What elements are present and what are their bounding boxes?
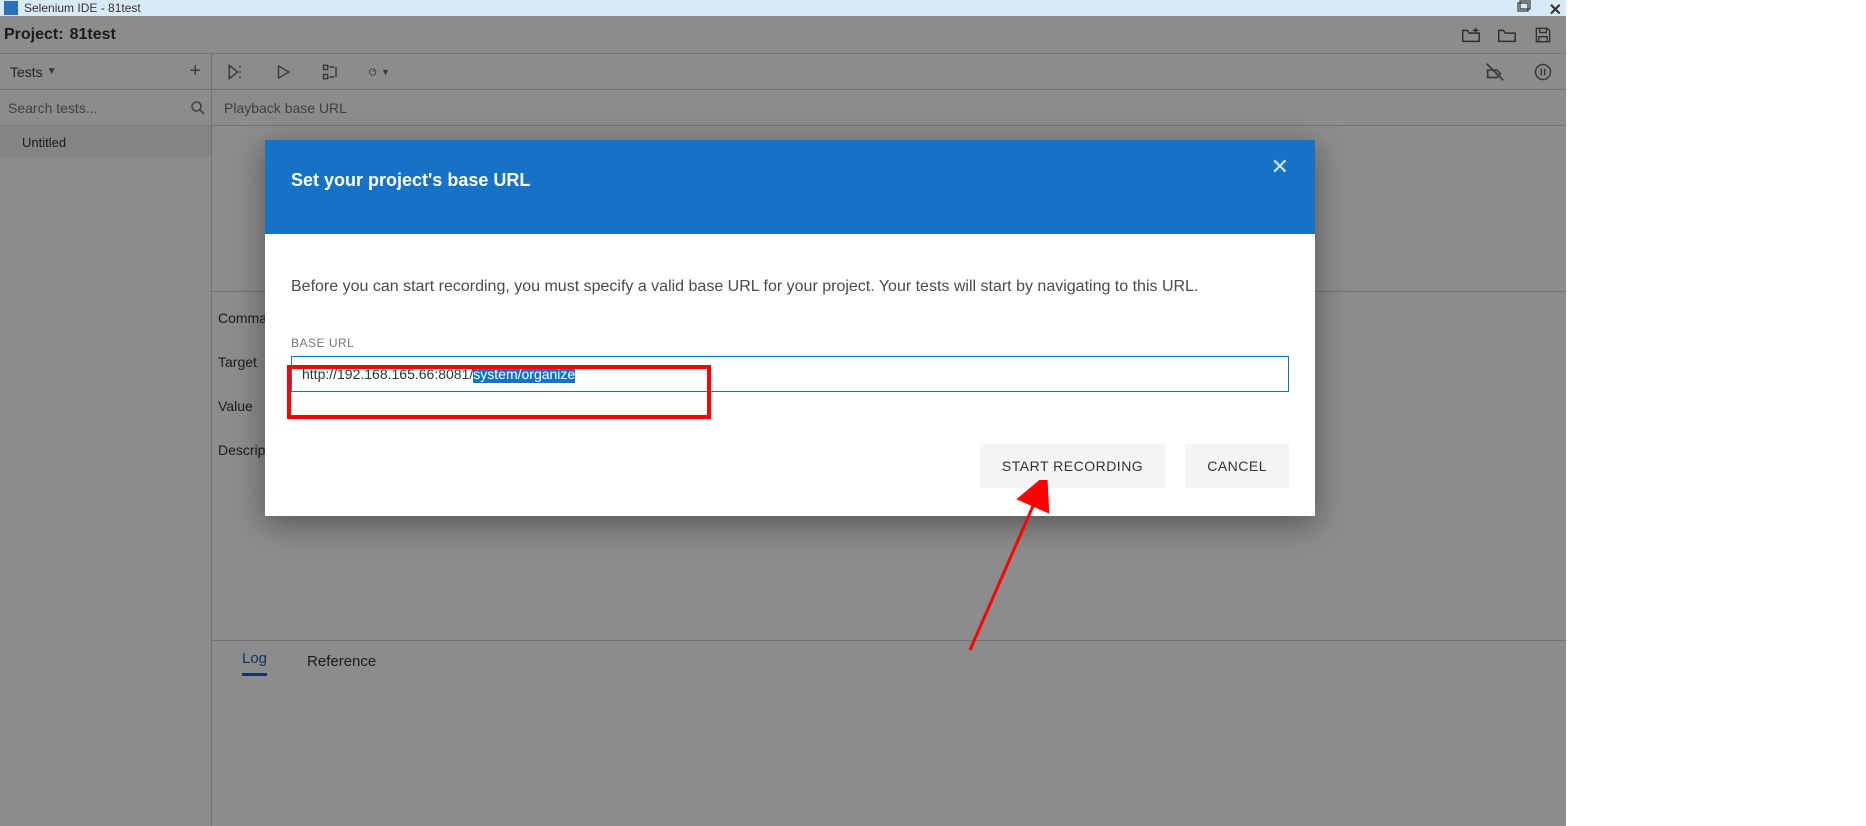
window-title-bar: Selenium IDE - 81test: [0, 0, 1566, 16]
base-url-text-plain: http://192.168.165.66:8081/: [302, 366, 473, 382]
start-recording-button[interactable]: START RECORDING: [980, 444, 1165, 488]
modal-footer: START RECORDING CANCEL: [265, 422, 1315, 516]
modal-description: Before you can start recording, you must…: [291, 274, 1289, 300]
base-url-text-selected: system/organize: [473, 365, 575, 383]
cancel-button[interactable]: CANCEL: [1185, 444, 1289, 488]
window-title-text: Selenium IDE - 81test: [24, 1, 141, 15]
close-icon[interactable]: ✕: [1271, 154, 1289, 180]
base-url-field-label: BASE URL: [291, 336, 1289, 350]
modal-header: Set your project's base URL ✕: [265, 140, 1315, 234]
base-url-modal: Set your project's base URL ✕ Before you…: [265, 140, 1315, 516]
app-icon: [4, 1, 18, 15]
modal-title: Set your project's base URL: [291, 170, 530, 191]
modal-body: Before you can start recording, you must…: [265, 234, 1315, 422]
base-url-input[interactable]: http://192.168.165.66:8081/system/organi…: [291, 356, 1289, 392]
